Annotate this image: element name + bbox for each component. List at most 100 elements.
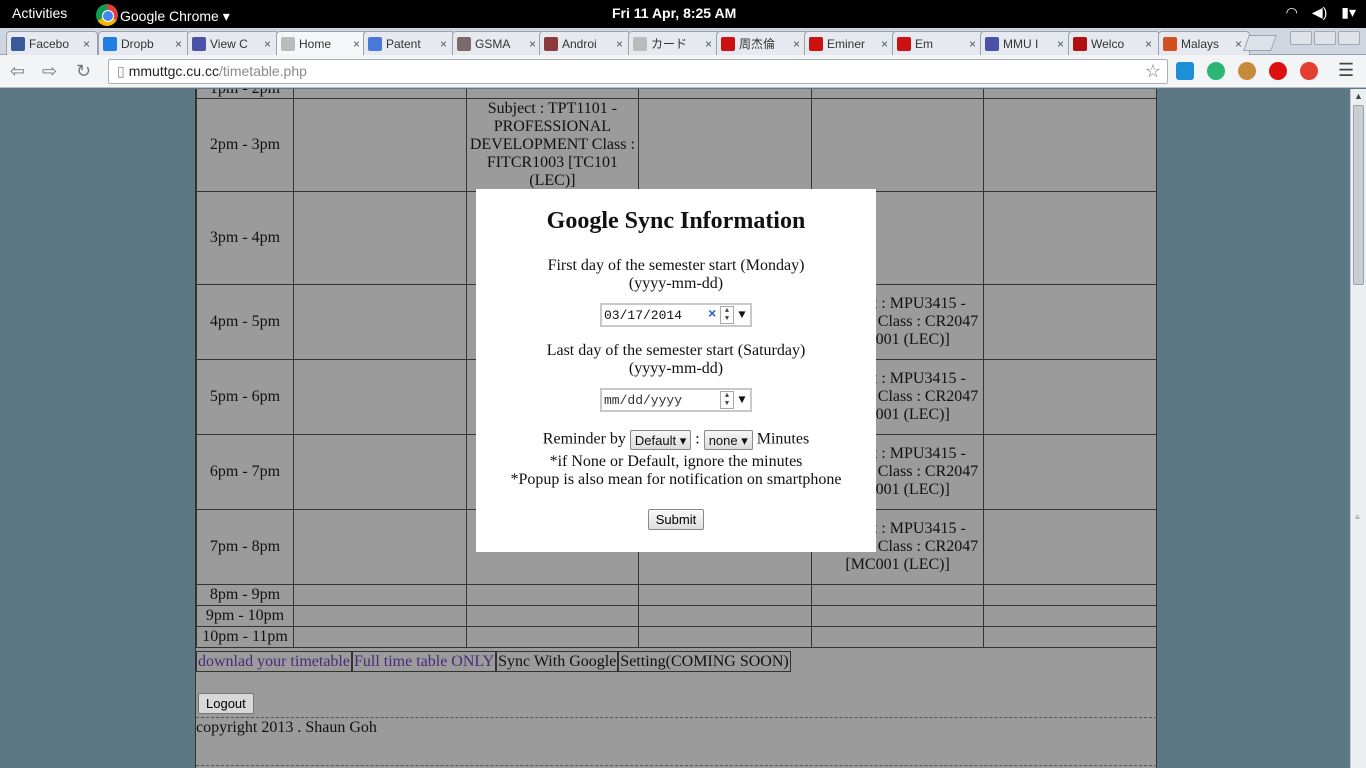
submit-button[interactable]: Submit — [647, 509, 705, 530]
clock[interactable]: Fri 11 Apr, 8:25 AM — [612, 5, 736, 21]
browser-tab[interactable]: Welco × — [1068, 31, 1160, 55]
timetable-cell — [293, 98, 467, 192]
timetable-cell — [465, 605, 640, 627]
reminder-label: Reminder by — [542, 430, 626, 448]
tab-close-icon[interactable]: × — [1057, 37, 1067, 51]
browser-tab[interactable]: 周杰倫 × — [716, 31, 808, 55]
timetable-cell — [465, 584, 640, 606]
browser-tab[interactable]: Androi × — [539, 31, 631, 55]
extension-cookie-icon[interactable] — [1238, 62, 1256, 80]
app-menu[interactable]: Google Chrome ▾ — [96, 4, 230, 27]
timetable-cell — [983, 98, 1157, 192]
chrome-menu-icon[interactable]: ☰ — [1338, 60, 1354, 81]
address-bar[interactable]: ▯ mmuttgc.cu.cc/timetable.php ☆ — [108, 59, 1168, 84]
tab-title: Facebo — [29, 36, 70, 51]
last-day-format: (yyyy-mm-dd) — [628, 360, 724, 377]
browser-tab[interactable]: Em × — [892, 31, 984, 55]
logout-button[interactable]: Logout — [198, 693, 254, 714]
timetable-cell — [638, 98, 812, 192]
browser-tab[interactable]: カード × — [628, 31, 720, 55]
clear-date-icon[interactable]: × — [708, 307, 720, 323]
sync-google-link[interactable]: Sync With Google — [496, 651, 619, 672]
first-day-date-input[interactable]: 03/17/2014 × ▲ ▼ ▼ — [600, 303, 752, 327]
action-links: downlad your timetable Full time table O… — [196, 651, 791, 672]
minutes-label: Minutes — [756, 430, 810, 448]
scroll-thumb[interactable] — [1353, 105, 1364, 285]
tab-favicon-icon — [192, 36, 206, 51]
last-day-label: Last day of the semester start (Saturday… — [546, 342, 806, 359]
extension-pushbullet-icon[interactable] — [1176, 62, 1194, 80]
setting-link[interactable]: Setting(COMING SOON) — [618, 651, 791, 672]
url-host: mmuttgc.cu.cc — [128, 63, 219, 79]
tab-close-icon[interactable]: × — [353, 37, 363, 51]
tab-close-icon[interactable]: × — [881, 37, 891, 51]
tab-close-icon[interactable]: × — [83, 37, 93, 51]
url-path: /timetable.php — [218, 63, 307, 79]
app-menu-label: Google Chrome ▾ — [120, 7, 230, 24]
extension-green-icon[interactable] — [1207, 62, 1225, 80]
tab-close-icon[interactable]: × — [969, 37, 979, 51]
close-window-button[interactable] — [1338, 31, 1360, 45]
browser-tab[interactable]: Malays × — [1158, 31, 1250, 55]
timetable-cell — [983, 434, 1157, 510]
tab-close-icon[interactable]: × — [1145, 37, 1155, 51]
google-sync-dialog: Google Sync Information First day of the… — [476, 189, 876, 552]
download-timetable-link[interactable]: downlad your timetable — [196, 651, 352, 672]
maximize-button[interactable] — [1314, 31, 1336, 45]
extension-stop-icon[interactable] — [1269, 62, 1287, 80]
system-tray[interactable]: ◠ ◀) ▮▾ — [1286, 4, 1356, 21]
last-day-date-input[interactable]: mm/dd/yyyy ▲ ▼ ▼ — [600, 388, 752, 412]
reminder-type-select[interactable]: Default ▾ — [629, 430, 692, 450]
date-stepper[interactable]: ▲ ▼ — [720, 391, 734, 409]
wifi-icon[interactable]: ◠ — [1286, 4, 1298, 21]
timetable-cell — [638, 626, 812, 648]
tab-close-icon[interactable]: × — [440, 37, 450, 51]
volume-icon[interactable]: ◀) — [1312, 4, 1327, 21]
footer-divider — [196, 765, 1157, 766]
back-arrow-icon[interactable]: ⇦ — [10, 61, 25, 82]
minimize-button[interactable] — [1290, 31, 1312, 45]
timetable-cell — [983, 509, 1157, 585]
bookmark-star-icon[interactable]: ☆ — [1145, 61, 1161, 82]
tab-close-icon[interactable]: × — [705, 37, 715, 51]
time-slot-cell: 1pm - 2pm — [196, 89, 294, 99]
reload-icon[interactable]: ↻ — [76, 61, 91, 82]
timetable-cell — [293, 605, 467, 627]
tab-favicon-icon — [103, 36, 117, 51]
tab-close-icon[interactable]: × — [264, 37, 274, 51]
adblock-plus-icon[interactable] — [1300, 62, 1318, 80]
date-stepper[interactable]: ▲ ▼ — [720, 306, 734, 324]
vertical-scrollbar[interactable]: ▲ ≡ — [1350, 89, 1366, 768]
new-tab-button[interactable] — [1243, 35, 1277, 51]
tab-close-icon[interactable]: × — [175, 37, 185, 51]
timetable-cell — [293, 191, 467, 285]
browser-tab[interactable]: View C × — [187, 31, 279, 55]
tab-favicon-icon — [809, 36, 823, 51]
tab-favicon-icon — [721, 36, 735, 51]
tab-close-icon[interactable]: × — [529, 37, 539, 51]
activities-button[interactable]: Activities — [12, 5, 67, 21]
browser-tab[interactable]: Facebo × — [6, 31, 98, 55]
tab-title: カード — [651, 37, 688, 51]
timetable-cell — [810, 626, 985, 648]
browser-tab[interactable]: Home × — [276, 31, 368, 55]
browser-tab[interactable]: Eminer × — [804, 31, 896, 55]
tab-close-icon[interactable]: × — [793, 37, 803, 51]
timetable-cell — [293, 584, 467, 606]
forward-arrow-icon[interactable]: ⇨ — [42, 61, 57, 82]
full-timetable-link[interactable]: Full time table ONLY — [351, 651, 497, 672]
scroll-up-arrow-icon[interactable]: ▲ — [1354, 91, 1363, 101]
tab-favicon-icon — [1073, 36, 1087, 51]
battery-icon[interactable]: ▮▾ — [1341, 4, 1356, 21]
browser-tab[interactable]: Patent × — [363, 31, 455, 55]
timetable-cell — [810, 98, 985, 192]
tab-close-icon[interactable]: × — [616, 37, 626, 51]
browser-tab[interactable]: GSMA × — [452, 31, 544, 55]
calendar-dropdown-icon[interactable]: ▼ — [734, 393, 750, 407]
browser-tab[interactable]: Dropb × — [98, 31, 190, 55]
calendar-dropdown-icon[interactable]: ▼ — [734, 308, 750, 322]
browser-tab[interactable]: MMU I × — [980, 31, 1072, 55]
time-slot-cell: 10pm - 11pm — [196, 626, 294, 648]
time-slot-cell: 9pm - 10pm — [196, 605, 294, 627]
reminder-minutes-select[interactable]: none ▾ — [703, 430, 753, 450]
